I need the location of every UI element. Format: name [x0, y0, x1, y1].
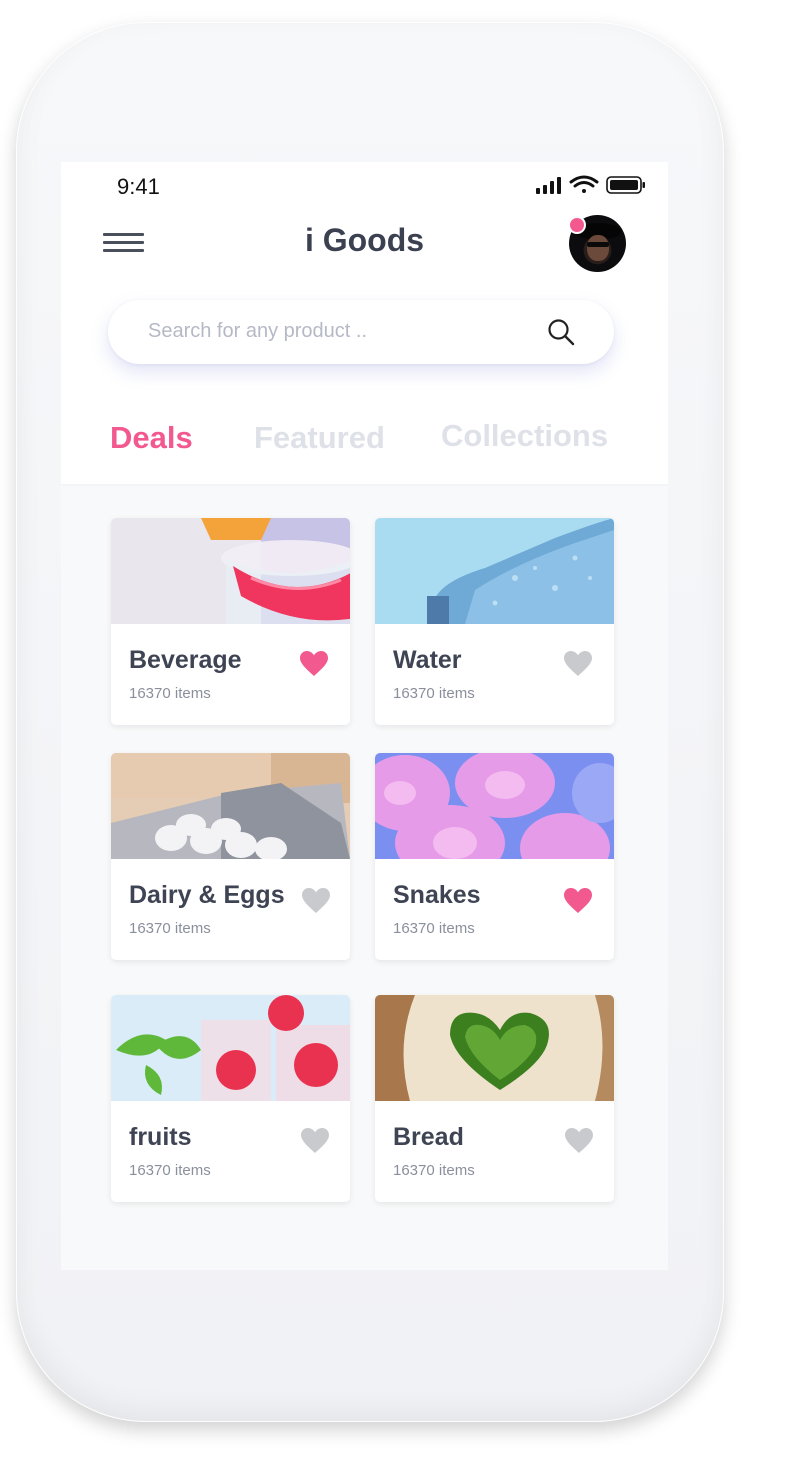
category-card-fruits[interactable]: fruits 16370 items	[111, 995, 350, 1202]
dairy-eggs-image	[111, 753, 350, 859]
card-item-count: 16370 items	[129, 1162, 211, 1179]
water-image	[375, 518, 614, 624]
card-title: Beverage	[129, 646, 242, 674]
card-item-count: 16370 items	[393, 685, 475, 702]
search-icon[interactable]	[546, 317, 576, 347]
heart-icon[interactable]	[563, 887, 593, 914]
wifi-icon	[569, 175, 599, 193]
card-item-count: 16370 items	[129, 920, 211, 937]
heart-icon[interactable]	[300, 1127, 330, 1154]
card-title: Snakes	[393, 881, 481, 909]
card-item-count: 16370 items	[393, 920, 475, 937]
card-item-count: 16370 items	[129, 685, 211, 702]
tab-featured[interactable]: Featured	[254, 420, 385, 456]
card-title: fruits	[129, 1123, 192, 1151]
category-card-bread[interactable]: Bread 16370 items	[375, 995, 614, 1202]
search-bar[interactable]: Search for any product ..	[108, 300, 614, 364]
category-card-snakes[interactable]: Snakes 16370 items	[375, 753, 614, 960]
category-card-beverage[interactable]: Beverage 16370 items	[111, 518, 350, 725]
snakes-image	[375, 753, 614, 859]
tab-collections[interactable]: Collections	[441, 418, 608, 454]
category-card-dairy-eggs[interactable]: Dairy & Eggs 16370 items	[111, 753, 350, 960]
header: 9:41 i Goods Search for any product .. D…	[61, 162, 668, 484]
category-card-water[interactable]: Water 16370 items	[375, 518, 614, 725]
heart-icon[interactable]	[301, 887, 331, 914]
fruits-image	[111, 995, 350, 1101]
card-title: Bread	[393, 1123, 464, 1151]
heart-icon[interactable]	[299, 650, 329, 677]
heart-icon[interactable]	[564, 1127, 594, 1154]
status-icons	[536, 175, 645, 194]
heart-icon[interactable]	[563, 650, 593, 677]
battery-icon	[606, 176, 645, 194]
search-input[interactable]: Search for any product ..	[148, 320, 367, 343]
card-item-count: 16370 items	[393, 1162, 475, 1179]
card-title: Water	[393, 646, 462, 674]
bread-image	[375, 995, 614, 1101]
signal-icon	[536, 177, 561, 194]
beverage-image	[111, 518, 350, 624]
card-title: Dairy & Eggs	[129, 881, 285, 909]
tab-deals[interactable]: Deals	[110, 420, 193, 456]
notification-dot	[568, 216, 586, 234]
app-screen: 9:41 i Goods Search for any product .. D…	[61, 162, 668, 1270]
status-time: 9:41	[117, 174, 160, 199]
